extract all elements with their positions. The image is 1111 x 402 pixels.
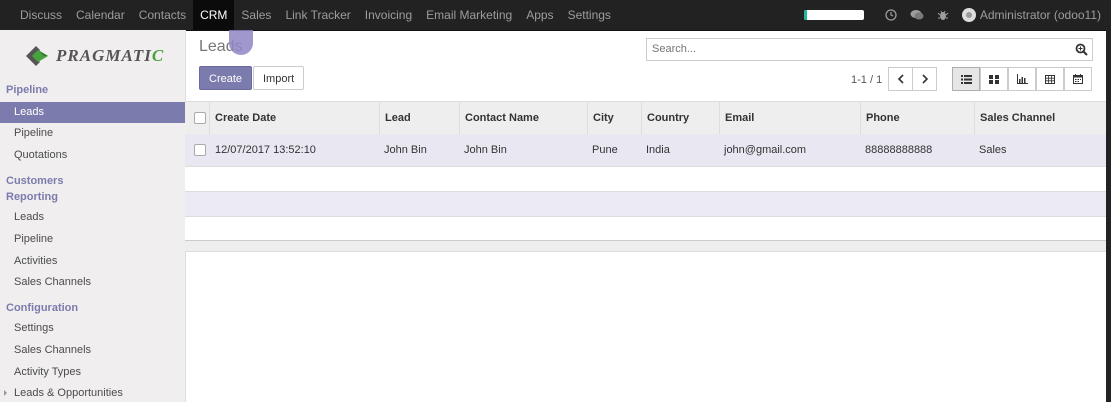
menu-contacts[interactable]: Contacts bbox=[132, 0, 193, 30]
chevron-left-icon bbox=[897, 74, 904, 84]
caret-right-icon bbox=[4, 390, 7, 396]
progress-fill bbox=[803, 10, 807, 20]
empty-row bbox=[185, 217, 1107, 240]
section-customers[interactable]: Customers bbox=[6, 175, 63, 187]
company-logo[interactable]: PRAGMATIC bbox=[22, 38, 164, 74]
sidebar-item-sales-channels[interactable]: Sales Channels bbox=[14, 344, 91, 356]
user-menu[interactable]: Administrator (odoo11) bbox=[980, 8, 1101, 22]
cursor-highlight bbox=[229, 30, 253, 55]
column-country[interactable]: Country bbox=[641, 102, 719, 134]
app-menu: Discuss Calendar Contacts CRM Sales Link… bbox=[13, 0, 618, 30]
pager-previous-button[interactable] bbox=[888, 67, 913, 91]
column-contact-name[interactable]: Contact Name bbox=[459, 102, 587, 134]
user-avatar[interactable] bbox=[961, 8, 976, 22]
table-footer bbox=[185, 240, 1107, 252]
column-phone[interactable]: Phone bbox=[860, 102, 974, 134]
column-city[interactable]: City bbox=[587, 102, 641, 134]
menu-crm[interactable]: CRM bbox=[193, 0, 235, 30]
menu-invoicing[interactable]: Invoicing bbox=[358, 0, 419, 30]
sidebar-item-activity-types[interactable]: Activity Types bbox=[14, 366, 81, 378]
chat-icon[interactable] bbox=[910, 8, 924, 22]
sidebar-item-leads-opportunities[interactable]: Leads & Opportunities bbox=[14, 387, 123, 399]
menu-link-tracker[interactable]: Link Tracker bbox=[278, 0, 357, 30]
clock-icon[interactable] bbox=[884, 8, 898, 22]
calendar-icon bbox=[1073, 74, 1083, 84]
table-row[interactable]: 12/07/2017 13:52:10 John Bin John Bin Pu… bbox=[185, 134, 1107, 167]
cell-create-date: 12/07/2017 13:52:10 bbox=[215, 144, 316, 156]
sidebar-item-quotations[interactable]: Quotations bbox=[14, 149, 67, 161]
sidebar-item-settings[interactable]: Settings bbox=[14, 322, 54, 334]
sidebar-item-leads[interactable]: Leads bbox=[0, 102, 185, 123]
list-icon bbox=[960, 74, 972, 84]
pager-value[interactable]: 1-1 / 1 bbox=[851, 74, 882, 86]
pager-next-button[interactable] bbox=[912, 67, 937, 91]
window-edge bbox=[1106, 30, 1111, 402]
sidebar-item-report-leads[interactable]: Leads bbox=[14, 211, 44, 223]
menu-discuss[interactable]: Discuss bbox=[13, 0, 69, 30]
menu-settings[interactable]: Settings bbox=[561, 0, 618, 30]
cell-city: Pune bbox=[592, 144, 618, 156]
cell-lead: John Bin bbox=[384, 144, 427, 156]
bug-icon[interactable] bbox=[936, 8, 950, 22]
table-icon bbox=[1045, 74, 1055, 84]
section-configuration: Configuration bbox=[6, 302, 79, 314]
sidebar-item-activities[interactable]: Activities bbox=[14, 255, 57, 267]
sidebar-item-report-sales-channels[interactable]: Sales Channels bbox=[14, 276, 91, 288]
select-all-checkbox[interactable] bbox=[194, 112, 206, 124]
section-reporting: Reporting bbox=[6, 191, 58, 203]
empty-row bbox=[185, 167, 1107, 192]
view-calendar-button[interactable] bbox=[1064, 67, 1092, 91]
empty-row bbox=[185, 192, 1107, 217]
menu-calendar[interactable]: Calendar bbox=[69, 0, 132, 30]
view-graph-button[interactable] bbox=[1008, 67, 1036, 91]
column-create-date[interactable]: Create Date bbox=[209, 102, 381, 134]
create-button[interactable]: Create bbox=[199, 66, 253, 90]
menu-email-marketing[interactable]: Email Marketing bbox=[419, 0, 519, 30]
cell-email: john@gmail.com bbox=[724, 144, 807, 156]
table-header: Create Date Lead Contact Name City Count… bbox=[185, 101, 1107, 135]
search-box bbox=[646, 38, 1093, 61]
bar-chart-icon bbox=[1016, 74, 1028, 84]
cell-country: India bbox=[646, 144, 670, 156]
import-button[interactable]: Import bbox=[253, 66, 305, 90]
cell-sales-channel: Sales bbox=[979, 144, 1007, 156]
sidebar-item-pipeline[interactable]: Pipeline bbox=[14, 127, 53, 139]
menu-apps[interactable]: Apps bbox=[519, 0, 560, 30]
column-lead[interactable]: Lead bbox=[379, 102, 459, 134]
cell-phone: 88888888888 bbox=[865, 144, 933, 156]
column-sales-channel[interactable]: Sales Channel bbox=[974, 102, 1107, 134]
sidebar: PRAGMATIC Pipeline Leads Pipeline Quotat… bbox=[0, 30, 186, 402]
top-navbar: Discuss Calendar Contacts CRM Sales Link… bbox=[0, 0, 1111, 31]
logo-text: PRAGMATIC bbox=[56, 46, 165, 65]
section-pipeline: Pipeline bbox=[6, 84, 49, 96]
view-list-button[interactable] bbox=[952, 67, 980, 91]
view-kanban-button[interactable] bbox=[980, 67, 1008, 91]
menu-sales[interactable]: Sales bbox=[234, 0, 278, 30]
row-checkbox[interactable] bbox=[194, 144, 206, 156]
search-icon[interactable] bbox=[1075, 43, 1088, 59]
search-input[interactable] bbox=[652, 43, 1052, 55]
logo-mark-icon bbox=[26, 46, 48, 66]
chevron-right-icon bbox=[921, 74, 928, 84]
column-email[interactable]: Email bbox=[719, 102, 860, 134]
kanban-icon bbox=[989, 74, 999, 84]
sidebar-item-report-pipeline[interactable]: Pipeline bbox=[14, 233, 53, 245]
view-pivot-button[interactable] bbox=[1036, 67, 1064, 91]
systray: Administrator (odoo11) bbox=[803, 0, 1101, 30]
cell-contact-name: John Bin bbox=[464, 144, 507, 156]
progress-bar bbox=[803, 10, 864, 20]
